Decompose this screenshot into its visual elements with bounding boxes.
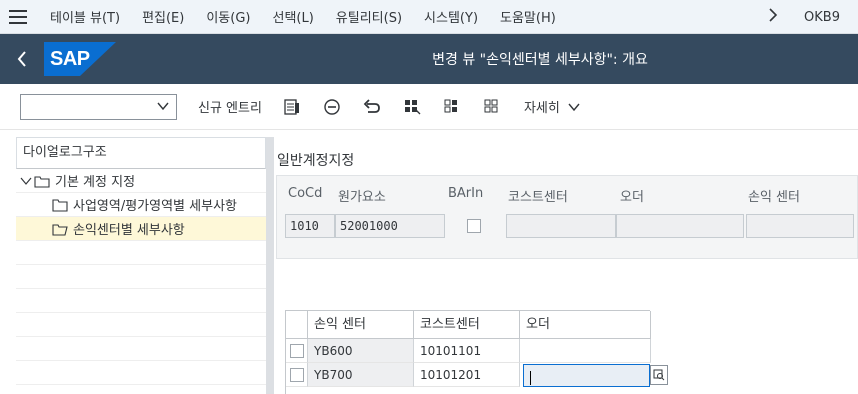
column-header-order[interactable]: 오더: [520, 311, 651, 339]
cocd-field[interactable]: 1010: [285, 214, 335, 238]
text-cursor: [530, 370, 531, 385]
menu-table-view[interactable]: 테이블 뷰(T): [50, 7, 120, 26]
chevron-down-icon: [568, 103, 580, 111]
back-button[interactable]: [0, 34, 44, 84]
select-all-icon[interactable]: [402, 97, 422, 117]
tree-empty-row: [16, 265, 266, 289]
title-bar: SAP 변경 뷰 "손익센터별 세부사항": 개요: [0, 34, 858, 84]
page-title: 변경 뷰 "손익센터별 세부사항": 개요: [432, 52, 648, 68]
profit-center-field[interactable]: [746, 214, 854, 238]
chevron-right-icon[interactable]: [768, 8, 778, 26]
tree-empty-row: [16, 241, 266, 265]
select-block-icon[interactable]: [442, 97, 462, 117]
barin-label: BArIn: [448, 186, 484, 201]
menu-help[interactable]: 도움말(H): [500, 7, 556, 26]
profit-center-table: 손익 센터 코스트센터 오더 YB600 10101101 YB700 1010…: [285, 310, 651, 394]
profit-center-label: 손익 센터: [748, 190, 800, 205]
cell-profit-center[interactable]: YB700: [308, 363, 414, 387]
chevron-down-icon[interactable]: [156, 99, 170, 117]
order-label: 오더: [620, 190, 644, 205]
new-entries-button[interactable]: 신규 엔트리: [198, 97, 262, 116]
value-help-button[interactable]: [650, 365, 668, 385]
more-button[interactable]: 자세히: [524, 97, 580, 116]
folder-open-icon: [52, 223, 68, 236]
row-checkbox[interactable]: [290, 368, 304, 382]
column-header-profit-center[interactable]: 손익 센터: [308, 311, 414, 339]
cost-center-field[interactable]: [506, 214, 616, 238]
chevron-down-icon: [20, 177, 32, 185]
tree-empty-row: [16, 337, 266, 361]
section-title: 일반계정지정: [277, 153, 355, 169]
cocd-label: CoCd: [288, 186, 323, 201]
folder-icon: [52, 198, 68, 212]
panel-splitter[interactable]: [266, 137, 274, 394]
chevron-left-icon: [17, 51, 26, 67]
tree-item-basic-account[interactable]: 기본 계정 지정: [16, 169, 266, 193]
sap-logo: SAP: [44, 42, 116, 76]
menu-selection[interactable]: 선택(L): [272, 7, 313, 26]
cell-profit-center[interactable]: YB600: [308, 339, 414, 363]
hamburger-menu-icon[interactable]: [0, 9, 36, 24]
value-help-icon: [653, 369, 665, 381]
cell-cost-center[interactable]: 10101101: [414, 339, 520, 363]
row-checkbox[interactable]: [290, 344, 304, 358]
row-selector-header[interactable]: [286, 311, 308, 339]
menu-utilities[interactable]: 유틸리티(S): [336, 7, 402, 26]
cell-cost-center[interactable]: 10101201: [414, 363, 520, 387]
cost-center-label: 코스트센터: [508, 190, 568, 205]
tree-empty-row: [16, 313, 266, 337]
cost-element-label: 원가요소: [338, 190, 386, 205]
delete-minus-icon[interactable]: [322, 97, 342, 117]
copy-as-icon[interactable]: [282, 97, 302, 117]
dialog-structure-panel: 다이얼로그구조 기본 계정 지정 사업영역/평가영역별 세부사항 손익센터별 세…: [16, 137, 266, 394]
tree-empty-row: [16, 361, 266, 385]
deselect-all-icon[interactable]: [482, 97, 502, 117]
undo-icon[interactable]: [362, 97, 382, 117]
cell-order[interactable]: [520, 339, 651, 363]
table-row-selector[interactable]: [286, 363, 308, 387]
menu-system[interactable]: 시스템(Y): [424, 7, 478, 26]
folder-open-icon: [34, 175, 50, 188]
dialog-structure-header: 다이얼로그구조: [16, 137, 266, 169]
cost-element-field[interactable]: 52001000: [335, 214, 445, 238]
column-header-cost-center[interactable]: 코스트센터: [414, 311, 520, 339]
tree-item-business-area[interactable]: 사업영역/평가영역별 세부사항: [16, 193, 266, 217]
tree-item-profit-center[interactable]: 손익센터별 세부사항: [16, 217, 266, 241]
barin-checkbox[interactable]: [467, 219, 481, 233]
table-row-selector[interactable]: [286, 339, 308, 363]
cell-order-focused[interactable]: [523, 364, 650, 387]
menu-goto[interactable]: 이동(G): [206, 7, 250, 26]
order-field[interactable]: [616, 214, 744, 238]
tree-empty-row: [16, 289, 266, 313]
transaction-code: OKB9: [804, 9, 840, 25]
menu-edit[interactable]: 편집(E): [142, 7, 184, 26]
command-field[interactable]: [20, 93, 177, 120]
toolbar: 신규 엔트리 자세히: [0, 84, 858, 130]
menu-bar: 테이블 뷰(T) 편집(E) 이동(G) 선택(L) 유틸리티(S) 시스템(Y…: [0, 0, 858, 34]
